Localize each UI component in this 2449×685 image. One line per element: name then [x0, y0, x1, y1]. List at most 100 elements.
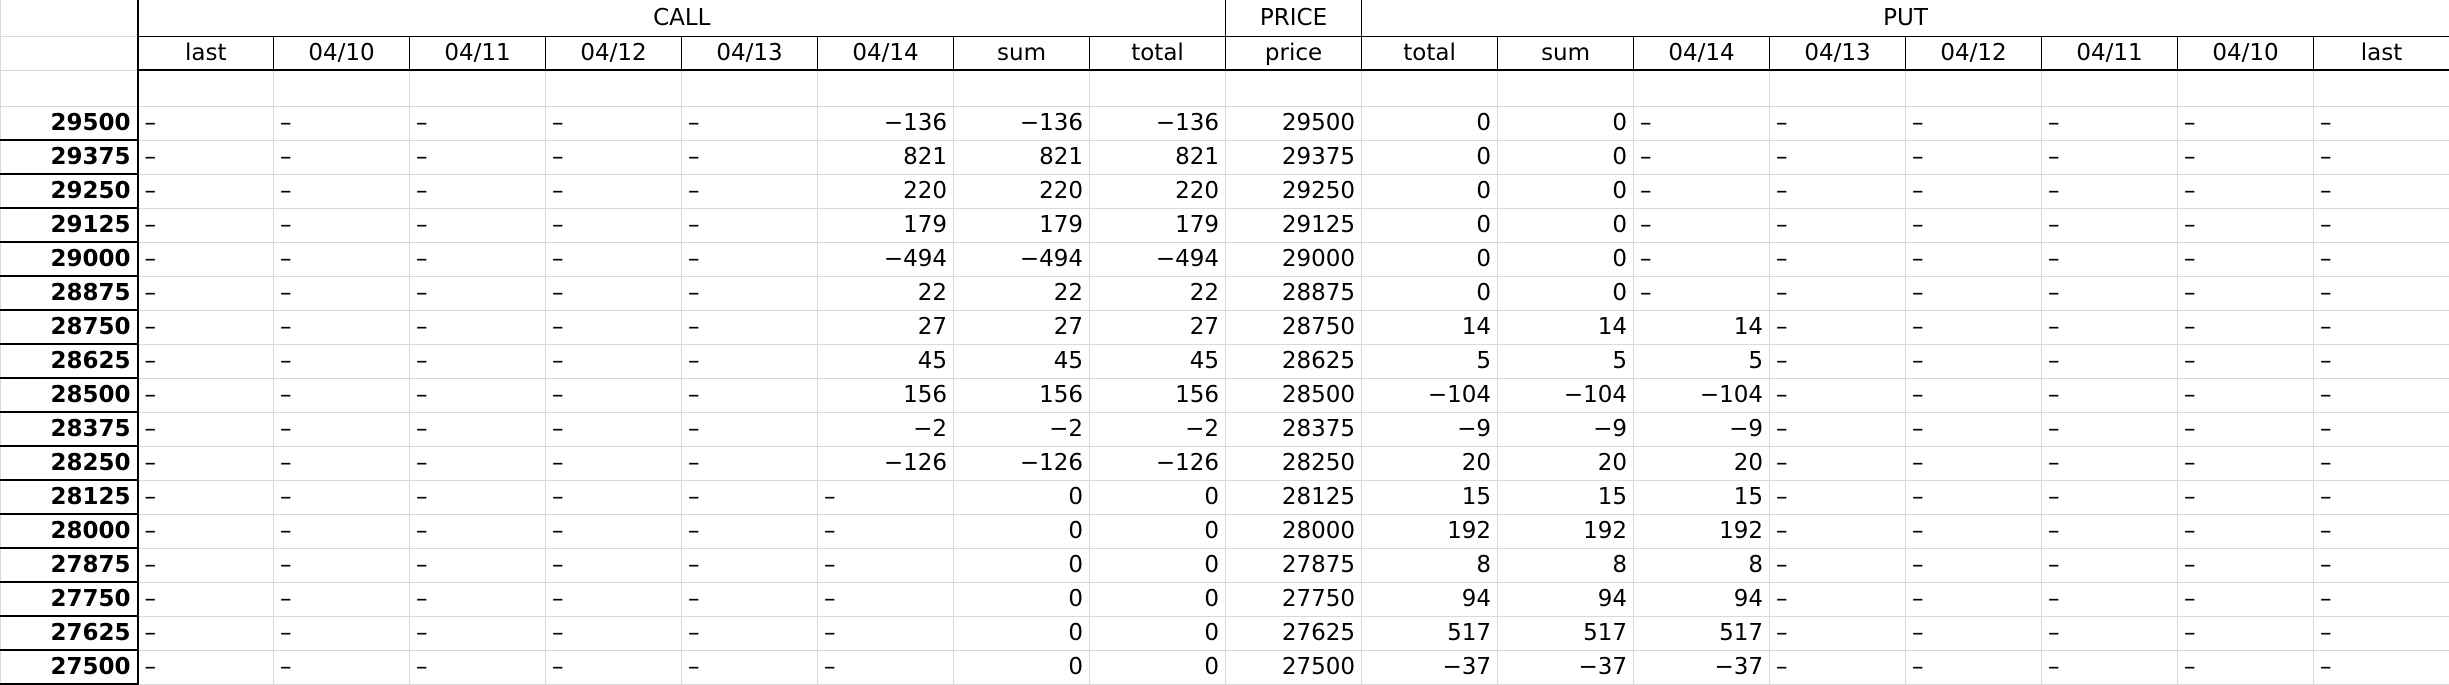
put-cell[interactable]: –: [1770, 276, 1906, 310]
put-cell[interactable]: –: [2042, 616, 2178, 650]
put-cell[interactable]: –: [1906, 480, 2042, 514]
put-cell[interactable]: –: [2314, 140, 2449, 174]
put-cell[interactable]: –: [1906, 378, 2042, 412]
call-cell[interactable]: –: [138, 582, 274, 616]
put-cell[interactable]: –: [2178, 446, 2314, 480]
put-cell[interactable]: –: [1770, 106, 1906, 140]
put-cell[interactable]: –: [2314, 582, 2449, 616]
put-cell[interactable]: −37: [1634, 650, 1770, 684]
call-cell[interactable]: –: [410, 174, 546, 208]
call-cell[interactable]: –: [138, 548, 274, 582]
call-col-0414[interactable]: 04/14: [818, 36, 954, 70]
call-cell[interactable]: –: [410, 514, 546, 548]
call-cell[interactable]: –: [138, 378, 274, 412]
put-group-header[interactable]: PUT: [1362, 0, 2449, 36]
call-cell[interactable]: –: [138, 412, 274, 446]
call-cell[interactable]: –: [274, 514, 410, 548]
price-cell[interactable]: 29375: [1226, 140, 1362, 174]
put-cell[interactable]: –: [2314, 208, 2449, 242]
empty-cell[interactable]: [1906, 70, 2042, 106]
price-cell[interactable]: 29125: [1226, 208, 1362, 242]
call-cell[interactable]: –: [546, 650, 682, 684]
price-cell[interactable]: 27750: [1226, 582, 1362, 616]
call-cell[interactable]: –: [682, 310, 818, 344]
call-cell[interactable]: –: [546, 106, 682, 140]
put-cell[interactable]: –: [2314, 276, 2449, 310]
put-cell[interactable]: –: [2314, 412, 2449, 446]
strike-row-header[interactable]: 28875: [1, 276, 138, 310]
put-cell[interactable]: 0: [1498, 106, 1634, 140]
call-cell[interactable]: –: [546, 616, 682, 650]
put-cell[interactable]: –: [1906, 344, 2042, 378]
call-cell[interactable]: 156: [1090, 378, 1226, 412]
put-cell[interactable]: 517: [1634, 616, 1770, 650]
put-cell[interactable]: –: [2042, 344, 2178, 378]
price-cell[interactable]: 28000: [1226, 514, 1362, 548]
call-col-0411[interactable]: 04/11: [410, 36, 546, 70]
call-cell[interactable]: –: [138, 344, 274, 378]
price-cell[interactable]: 28125: [1226, 480, 1362, 514]
put-cell[interactable]: –: [2178, 140, 2314, 174]
call-cell[interactable]: −2: [818, 412, 954, 446]
put-cell[interactable]: –: [2314, 344, 2449, 378]
put-cell[interactable]: –: [1770, 446, 1906, 480]
strike-row-header[interactable]: 28000: [1, 514, 138, 548]
put-cell[interactable]: 15: [1362, 480, 1498, 514]
call-cell[interactable]: –: [682, 378, 818, 412]
price-cell[interactable]: 29000: [1226, 242, 1362, 276]
empty-cell[interactable]: [1090, 70, 1226, 106]
call-cell[interactable]: –: [818, 616, 954, 650]
put-cell[interactable]: –: [2042, 650, 2178, 684]
put-cell[interactable]: –: [2042, 276, 2178, 310]
put-cell[interactable]: 192: [1634, 514, 1770, 548]
call-cell[interactable]: –: [410, 106, 546, 140]
call-cell[interactable]: 0: [1090, 650, 1226, 684]
strike-row-header[interactable]: 28250: [1, 446, 138, 480]
put-cell[interactable]: 20: [1634, 446, 1770, 480]
call-cell[interactable]: –: [682, 276, 818, 310]
put-cell[interactable]: 94: [1634, 582, 1770, 616]
call-cell[interactable]: –: [410, 242, 546, 276]
put-cell[interactable]: –: [2314, 514, 2449, 548]
call-cell[interactable]: –: [682, 616, 818, 650]
call-cell[interactable]: –: [138, 616, 274, 650]
put-cell[interactable]: 20: [1498, 446, 1634, 480]
call-cell[interactable]: –: [818, 480, 954, 514]
call-cell[interactable]: −126: [1090, 446, 1226, 480]
put-cell[interactable]: –: [1906, 208, 2042, 242]
call-cell[interactable]: 0: [954, 582, 1090, 616]
call-cell[interactable]: −136: [818, 106, 954, 140]
put-cell[interactable]: 192: [1498, 514, 1634, 548]
call-cell[interactable]: −494: [954, 242, 1090, 276]
put-col-0414[interactable]: 04/14: [1634, 36, 1770, 70]
call-cell[interactable]: 0: [954, 514, 1090, 548]
call-cell[interactable]: –: [274, 174, 410, 208]
call-cell[interactable]: 0: [1090, 480, 1226, 514]
call-cell[interactable]: –: [410, 582, 546, 616]
put-cell[interactable]: 517: [1498, 616, 1634, 650]
call-cell[interactable]: –: [274, 582, 410, 616]
put-cell[interactable]: –: [2178, 310, 2314, 344]
put-cell[interactable]: –: [2042, 378, 2178, 412]
call-cell[interactable]: –: [546, 548, 682, 582]
put-cell[interactable]: 0: [1498, 208, 1634, 242]
call-cell[interactable]: –: [682, 344, 818, 378]
call-cell[interactable]: –: [410, 140, 546, 174]
put-cell[interactable]: 14: [1498, 310, 1634, 344]
put-cell[interactable]: –: [1770, 480, 1906, 514]
call-cell[interactable]: –: [546, 276, 682, 310]
call-cell[interactable]: 0: [1090, 514, 1226, 548]
put-cell[interactable]: –: [2042, 446, 2178, 480]
put-cell[interactable]: –: [2042, 480, 2178, 514]
put-cell[interactable]: –: [2042, 514, 2178, 548]
empty-cell[interactable]: [954, 70, 1090, 106]
call-cell[interactable]: 821: [954, 140, 1090, 174]
call-cell[interactable]: –: [410, 310, 546, 344]
empty-cell[interactable]: [2314, 70, 2449, 106]
strike-row-header[interactable]: 28625: [1, 344, 138, 378]
strike-row-header[interactable]: 28500: [1, 378, 138, 412]
strike-row-header[interactable]: 29250: [1, 174, 138, 208]
put-cell[interactable]: –: [2314, 310, 2449, 344]
call-cell[interactable]: –: [138, 514, 274, 548]
put-cell[interactable]: 192: [1362, 514, 1498, 548]
